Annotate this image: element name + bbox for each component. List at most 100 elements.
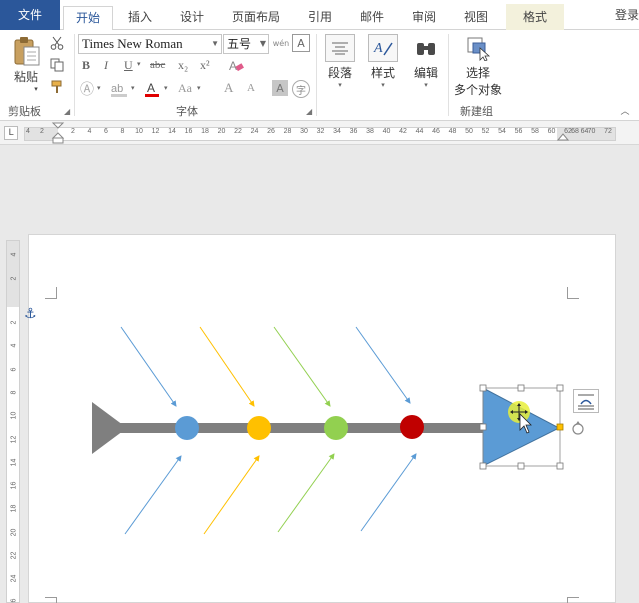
editing-button[interactable]: 编辑 ▾ [408,34,444,89]
ruler-tick-label: 56 [514,128,523,135]
paste-dropdown-icon[interactable]: ▾ [30,84,42,94]
tab-view[interactable]: 视图 [454,6,498,30]
cause-arrow-upper-1[interactable] [120,326,177,407]
layout-options-icon [578,394,594,410]
font-color-icon[interactable]: A [143,80,161,98]
cause-arrow-lower-2[interactable] [203,455,260,535]
subscript-button[interactable]: x₂ [178,58,188,73]
ruler-tick-label: 26 [267,128,275,135]
change-case-button[interactable]: Aa [178,81,192,96]
paragraph-button[interactable]: 段落 ▾ [322,34,358,89]
ruler-tick-label: 24 [250,128,259,135]
underline-dropdown-icon[interactable]: ▾ [137,60,141,68]
paste-button[interactable] [10,34,42,68]
tab-format[interactable]: 格式 [506,4,564,30]
copy-icon[interactable] [48,56,66,74]
font-name-dropdown-icon[interactable]: ▼ [211,35,219,53]
enclose-char-icon[interactable]: 字 [292,80,310,98]
group-separator [316,34,317,116]
clear-format-icon[interactable]: A [226,56,246,76]
rotate-handle-icon[interactable] [572,421,584,435]
cause-arrow-upper-2[interactable] [199,326,255,407]
font-size-dropdown-icon[interactable]: ▼ [260,35,266,53]
cut-icon[interactable] [48,34,66,52]
phonetic-guide-icon[interactable]: wén [272,34,290,52]
tab-home[interactable]: 开始 [63,6,113,31]
clipboard-launcher-icon[interactable]: ◢ [64,107,70,116]
paste-label: 粘贴 [13,69,38,84]
ruler-tick-label: 8 [120,128,125,135]
underline-button[interactable]: U [124,58,133,73]
ruler-tick-label: 14 [168,128,176,135]
ruler-tick-label: 12 [151,128,160,135]
bold-button[interactable]: B [82,58,90,73]
styles-button[interactable]: A 样式 ▾ [365,34,401,89]
collapse-ribbon-icon[interactable]: ︿ [618,104,632,117]
tab-insert[interactable]: 插入 [118,6,162,30]
styles-label: 样式 [370,66,395,80]
font-name-combo[interactable]: Times New Roman ▼ [78,34,222,54]
cause-node-1[interactable] [175,416,199,440]
cause-arrow-lower-3[interactable] [277,453,335,533]
change-case-dropdown-icon[interactable]: ▾ [197,84,201,92]
font-size-combo[interactable]: 五号 ▼ [223,34,269,54]
cause-arrow-lower-1[interactable] [124,455,182,535]
cause-arrow-lower-4[interactable] [360,453,417,532]
cause-arrow-upper-4[interactable] [355,326,411,404]
tab-stop-selector[interactable]: L [4,126,18,140]
tab-file[interactable]: 文件 [0,0,60,30]
highlight-icon[interactable]: ab [108,80,130,98]
paragraph-label: 段落 [327,66,352,80]
cause-node-2[interactable] [247,416,271,440]
horizontal-ruler[interactable]: L 4 2 2 4 6 8 10 12 14 16 18 20 22 24 26 28 30 32 34 36 38 40… [0,121,639,145]
clipboard-group-label: 剪贴板 [8,105,41,118]
ruler-tick-label: 18 [201,128,209,135]
select-multiple-objects-button[interactable]: 选择 多个对象 [452,34,504,98]
ruler-tick-label: 30 [300,128,308,135]
ruler-tick-label: 2 [40,128,44,135]
ruler-tick-label: 40 [382,128,391,135]
select-objects-icon [463,34,493,62]
char-border-icon[interactable]: A [292,34,310,52]
indent-markers[interactable] [51,122,65,144]
layout-options-button[interactable] [573,389,599,413]
ruler-tick-label: 34 [333,128,341,135]
ruler-tick-label: 36 [349,128,358,135]
font-launcher-icon[interactable]: ◢ [306,107,312,116]
text-effects-icon[interactable]: Ⓐ [78,80,96,98]
adjust-handle[interactable] [556,423,564,431]
ribbon-tab-bar: 文件 开始 插入 设计 页面布局 引用 邮件 审阅 视图 格式 登录 [0,0,639,31]
tab-review[interactable]: 审阅 [402,6,446,30]
login-link[interactable]: 登录 [615,6,639,23]
font-color-dropdown-icon[interactable]: ▾ [164,84,168,92]
ruler-tick-label: 42 [399,128,407,135]
tab-design[interactable]: 设计 [170,6,214,30]
tab-mailings[interactable]: 邮件 [350,6,394,30]
highlight-dropdown-icon[interactable]: ▾ [131,84,135,92]
tab-page-layout[interactable]: 页面布局 [224,6,288,30]
grow-font-button[interactable]: A [224,80,233,96]
ruler-tick-label: 72 [604,128,612,135]
ruler-tick-label: 50 [465,128,473,135]
fishbone-spine[interactable] [115,423,485,433]
svg-text:A: A [229,59,237,73]
cause-arrow-upper-3[interactable] [273,326,331,407]
format-painter-icon[interactable] [48,78,66,96]
strikethrough-button[interactable]: abc [150,59,165,71]
text-effects-dropdown-icon[interactable]: ▾ [97,84,101,92]
binoculars-icon [411,34,441,62]
select-label-line2: 多个对象 [453,83,502,97]
select-label-line1: 选择 [465,66,490,80]
ruler-tick-label: 22 [234,128,242,135]
tab-references[interactable]: 引用 [298,6,342,30]
superscript-button[interactable]: x² [200,58,210,73]
shrink-font-button[interactable]: A [247,82,255,94]
cause-node-3[interactable] [324,416,348,440]
ruler-tick-label: 2 [71,128,75,135]
right-indent-marker[interactable] [557,132,569,142]
ruler-tick-label: 32 [316,128,325,135]
cause-node-4[interactable] [400,415,424,439]
italic-button[interactable]: I [104,58,108,73]
char-shading-icon[interactable]: A [272,80,288,96]
ruler-tick-label: 16 [184,128,193,135]
